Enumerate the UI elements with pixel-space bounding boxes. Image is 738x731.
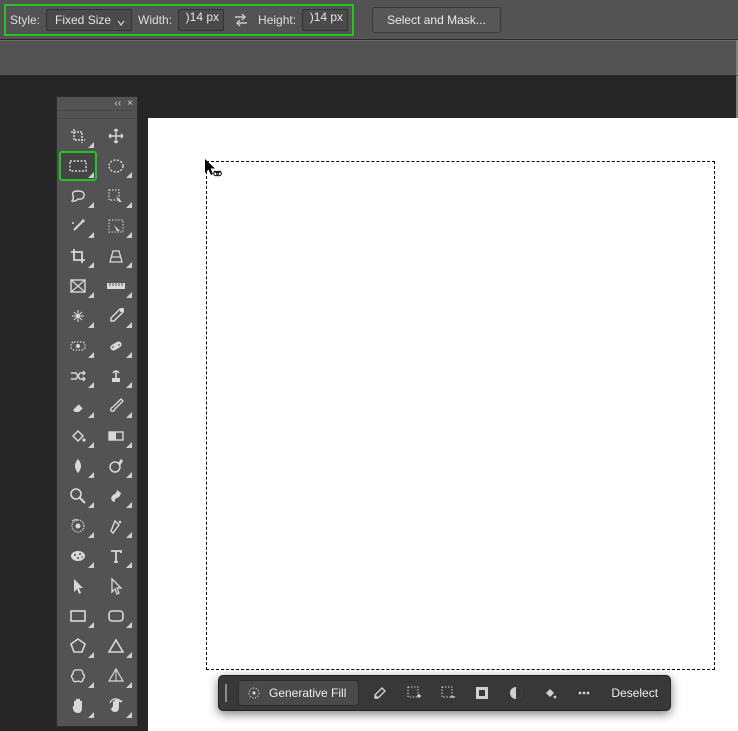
brush-edit-icon[interactable]	[367, 680, 393, 706]
sponge-tool[interactable]	[60, 542, 96, 570]
type-tool[interactable]	[98, 542, 134, 570]
options-bar: Style: Fixed Size Width: )14 px Height: …	[0, 0, 738, 40]
tool-panel-header: ‹‹ ×	[57, 97, 137, 111]
move-tool[interactable]	[98, 122, 134, 150]
rectangle-tool[interactable]	[60, 602, 96, 630]
height-label: Height:	[258, 13, 296, 27]
line-shape-tool[interactable]	[98, 662, 134, 690]
select-and-mask-button[interactable]: Select and Mask...	[372, 7, 501, 33]
history-brush-tool[interactable]	[60, 512, 96, 540]
gradient-tool[interactable]	[98, 422, 134, 450]
hand-tool[interactable]	[60, 692, 96, 720]
mask-icon[interactable]	[503, 680, 529, 706]
rectangular-marquee-tool[interactable]	[60, 152, 96, 180]
style-value: Fixed Size	[55, 13, 111, 27]
taskbar-handle[interactable]	[225, 684, 228, 702]
rounded-rect-tool[interactable]	[98, 602, 134, 630]
dodge-tool[interactable]	[98, 452, 134, 480]
close-panel-icon[interactable]: ×	[127, 99, 133, 109]
marquee-options-group: Style: Fixed Size Width: )14 px Height: …	[4, 4, 354, 36]
frame-tool[interactable]	[60, 272, 96, 300]
paint-bucket-tool[interactable]	[60, 422, 96, 450]
eraser-tool[interactable]	[60, 392, 96, 420]
subtract-selection-icon[interactable]	[435, 680, 461, 706]
sparkle-icon	[247, 686, 261, 700]
pen-tool[interactable]	[98, 512, 134, 540]
tool-panel: ‹‹ ×	[56, 96, 138, 727]
eyedropper-tool[interactable]	[98, 302, 134, 330]
chevron-down-icon	[117, 16, 125, 24]
triangle-tool[interactable]	[98, 632, 134, 660]
polygon-tool[interactable]	[60, 632, 96, 660]
width-label: Width:	[138, 13, 172, 27]
invert-selection-icon[interactable]	[469, 680, 495, 706]
zoom-tool[interactable]	[60, 482, 96, 510]
width-input[interactable]: )14 px	[178, 9, 224, 31]
height-input[interactable]: )14 px	[302, 9, 348, 31]
perspective-crop-tool[interactable]	[98, 242, 134, 270]
magic-wand-tool[interactable]	[60, 212, 96, 240]
marquee-selection[interactable]	[206, 161, 715, 670]
add-selection-icon[interactable]	[401, 680, 427, 706]
more-icon[interactable]	[571, 680, 597, 706]
path-select-tool[interactable]	[60, 572, 96, 600]
crop-tool[interactable]	[60, 122, 96, 150]
smudge-tool[interactable]	[98, 482, 134, 510]
patch-tool[interactable]	[98, 332, 134, 360]
elliptical-marquee-tool[interactable]	[98, 152, 134, 180]
generative-fill-button[interactable]: Generative Fill	[238, 680, 359, 706]
brush-tool[interactable]	[98, 392, 134, 420]
remix-tool[interactable]	[60, 362, 96, 390]
custom-shape-tool[interactable]	[60, 662, 96, 690]
ruler-tool[interactable]	[98, 272, 134, 300]
direct-select-tool[interactable]	[98, 572, 134, 600]
fill-icon[interactable]	[537, 680, 563, 706]
spot-healing-tool[interactable]	[60, 302, 96, 330]
style-label: Style:	[10, 13, 40, 27]
lasso-tool[interactable]	[60, 182, 96, 210]
secondary-bar	[0, 40, 738, 76]
quick-selection-tool[interactable]	[98, 182, 134, 210]
blur-tool[interactable]	[60, 452, 96, 480]
clone-stamp-tool[interactable]	[98, 362, 134, 390]
contextual-taskbar: Generative Fill Deselect	[218, 675, 671, 711]
healing-brush-tool[interactable]	[60, 332, 96, 360]
tool-grid	[57, 119, 137, 720]
crop-tool-tool[interactable]	[60, 242, 96, 270]
tool-panel-grip[interactable]	[57, 111, 137, 119]
deselect-button[interactable]: Deselect	[605, 686, 664, 700]
collapse-panel-icon[interactable]: ‹‹	[114, 99, 121, 109]
swap-dimensions-button[interactable]	[230, 9, 252, 31]
style-dropdown[interactable]: Fixed Size	[46, 9, 132, 31]
rotate-view-tool[interactable]	[98, 692, 134, 720]
object-selection-tool[interactable]	[98, 212, 134, 240]
